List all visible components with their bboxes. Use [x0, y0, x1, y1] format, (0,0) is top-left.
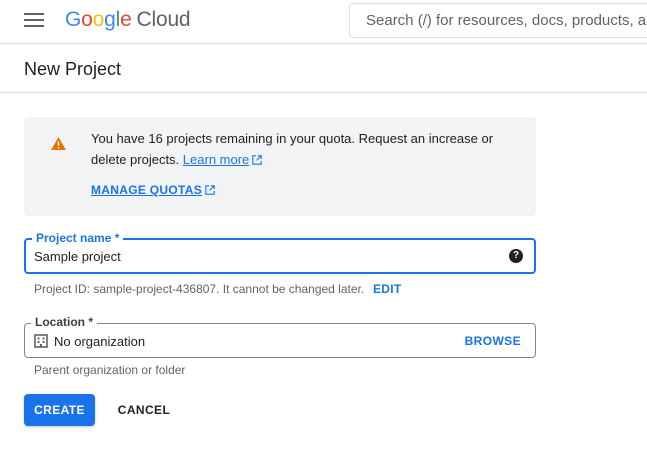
search-box[interactable] — [349, 3, 647, 38]
location-label: Location * — [31, 315, 98, 329]
learn-more-link[interactable]: Learn more — [183, 152, 262, 167]
building-icon — [34, 334, 48, 348]
quota-message: You have 16 projects remaining in your q… — [91, 131, 494, 167]
quota-notice: You have 16 projects remaining in your q… — [24, 117, 536, 216]
quota-notice-text: You have 16 projects remaining in your q… — [91, 128, 511, 170]
page-header: New Project — [0, 44, 647, 93]
logo-cloud-text: Cloud — [136, 8, 191, 31]
cancel-button[interactable]: CANCEL — [109, 394, 179, 426]
google-cloud-logo[interactable]: Google Cloud — [65, 8, 191, 32]
logo-letter-g: G — [65, 8, 82, 31]
project-name-field[interactable]: Project name * ? — [24, 231, 536, 274]
external-link-icon — [252, 155, 262, 165]
create-button[interactable]: CREATE — [24, 394, 95, 426]
help-icon[interactable]: ? — [509, 249, 523, 263]
browse-button[interactable]: BROWSE — [465, 334, 521, 348]
external-link-icon — [205, 185, 215, 195]
search-input[interactable] — [350, 4, 647, 37]
manage-quotas-link[interactable]: MANAGE QUOTAS — [91, 183, 215, 197]
location-hint: Parent organization or folder — [34, 363, 186, 377]
project-id-text: Project ID: sample-project-436807. It ca… — [34, 282, 365, 296]
logo-letter-o2: o — [92, 8, 105, 31]
manage-quotas-label: MANAGE QUOTAS — [91, 183, 203, 197]
location-value: No organization — [54, 334, 146, 349]
edit-project-id-button[interactable]: EDIT — [373, 282, 402, 296]
project-name-input[interactable] — [34, 240, 494, 272]
logo-letter-g2: g — [104, 8, 116, 31]
main-menu-icon[interactable] — [24, 13, 44, 29]
warning-icon — [51, 137, 66, 150]
location-field[interactable]: Location * No organization BROWSE — [24, 315, 536, 358]
learn-more-label: Learn more — [182, 152, 250, 167]
page-title: New Project — [24, 59, 122, 79]
logo-letter-o1: o — [81, 8, 93, 31]
top-bar: Google Cloud — [0, 0, 647, 44]
logo-letter-e: e — [120, 8, 132, 31]
